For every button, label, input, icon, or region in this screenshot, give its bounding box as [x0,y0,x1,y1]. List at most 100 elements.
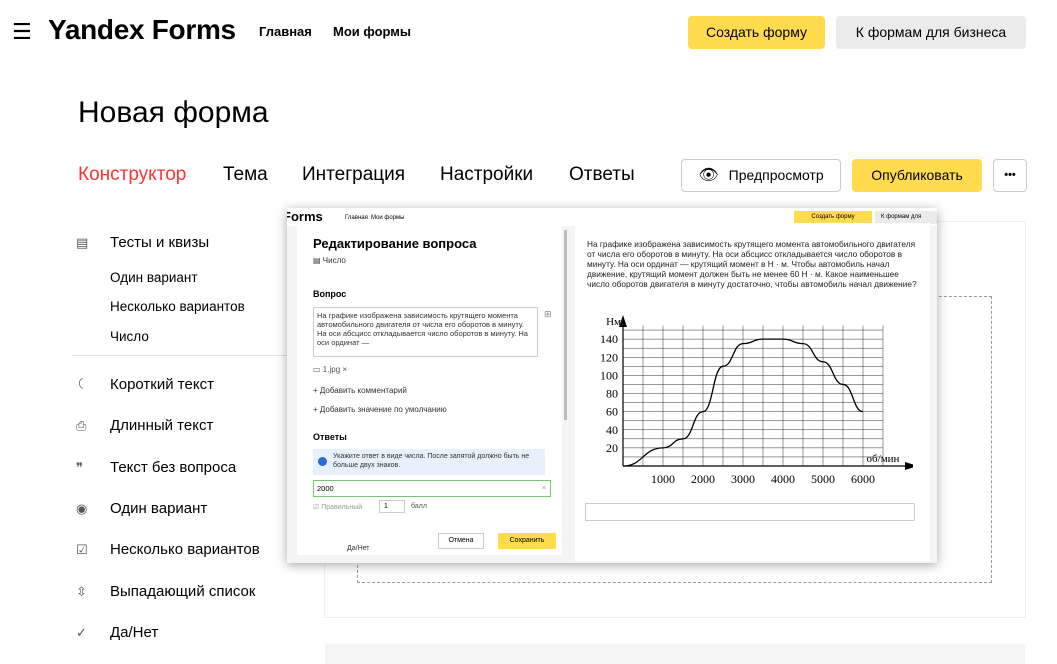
sidebar-item-short-text[interactable]: ꒟ Короткий текст [76,376,214,393]
preview-button[interactable]: 👁 Предпросмотр [681,159,841,192]
y-tick-label: 140 [600,332,618,346]
question-label: Вопрос [313,289,347,299]
sidebar-item-label: Несколько вариантов [110,541,260,558]
answer-input[interactable]: 2000 × [313,480,551,497]
sidebar-item-text-no-question[interactable]: ❞ Текст без вопроса [76,459,236,476]
more-button[interactable]: ••• [993,159,1027,192]
y-tick-label: 60 [606,405,618,419]
modal-logo: Forms [287,209,323,224]
answers-label: Ответы [313,432,347,442]
tab-answers[interactable]: Ответы [569,164,635,186]
x-axis-label: об/мин [867,453,900,465]
correct-checkbox[interactable]: ☑ Правильный [313,503,362,511]
torque-chart: 1000 2000 3000 4000 5000 6000 20 40 60 80 100 120 14… [600,315,913,486]
question-type: ▤ Число [313,256,346,265]
edit-question-title: Редактирование вопроса [313,236,477,251]
add-default-link[interactable]: + Добавить значение по умолчанию [313,405,447,414]
sidebar-item-label: Короткий текст [110,376,214,393]
y-tick-label: 40 [606,423,618,437]
sidebar-item-long-text[interactable]: ⎙ Длинный текст [76,417,213,434]
check-icon: ✓ [76,624,87,640]
modal-nav-forms: Мои формы [371,215,405,221]
sidebar-item-multiple-choice[interactable]: ☑ Несколько вариантов [76,541,260,558]
dropdown-icon: ⇳ [76,583,87,599]
business-forms-button[interactable]: К формам для бизнеса [836,16,1026,49]
sidebar-item-label: Один вариант [110,500,208,517]
long-text-icon: ⎙ [76,417,87,433]
sidebar-subitem-multiple[interactable]: Несколько вариантов [110,299,245,314]
sidebar-item-label: Длинный текст [110,417,214,434]
add-comment-link[interactable]: + Добавить комментарий [313,386,407,395]
sidebar-item-label: Выпадающий список [110,583,256,600]
sidebar-item-yes-no[interactable]: ✓ Да/Нет [76,624,158,641]
save-button[interactable]: Сохранить [498,533,556,549]
tab-integration[interactable]: Интеграция [302,164,405,186]
add-default-label: Добавить значение по умолчанию [319,405,447,414]
scrollbar[interactable] [564,230,567,420]
sidebar-item-dropdown[interactable]: ⇳ Выпадающий список [76,583,255,600]
tab-theme[interactable]: Тема [223,164,268,186]
publish-button[interactable]: Опубликовать [852,159,982,192]
cancel-button[interactable]: Отмена [438,533,484,549]
create-form-button[interactable]: Создать форму [688,16,825,49]
x-tick-label: 3000 [731,472,755,486]
y-tick-label: 20 [606,441,618,455]
y-tick-label: 120 [600,350,618,364]
menu-icon[interactable]: ☰ [12,21,32,43]
sidebar-group-label: Тесты и квизы [110,234,210,251]
correct-label: Правильный [321,504,363,511]
points-input[interactable]: 1 [379,500,405,513]
y-tick-label: 100 [600,368,618,382]
quote-icon: ❞ [76,459,83,475]
preview-answer-input[interactable] [585,503,915,521]
attachment-name: 1.jpg [322,365,341,374]
question-textarea[interactable]: На графике изображена зависимость крутящ… [313,307,538,357]
sidebar-divider [72,355,304,356]
nav-home[interactable]: Главная [259,24,312,39]
radio-icon: ◉ [76,500,88,516]
answer-value: 2000 [317,484,334,493]
sidebar-item-label: Да/Нет [110,624,159,641]
attachment-chip[interactable]: ▭ 1.jpg × [313,365,347,374]
x-axis-arrow [905,462,913,470]
page-title: Новая форма [78,96,269,129]
x-tick-label: 1000 [651,472,675,486]
yes-no-item: Да/Нет [347,545,370,552]
top-bar: ☰ Yandex Forms Главная Мои формы Создать… [0,0,1057,64]
edit-question-panel: Редактирование вопроса ▤ Число Вопрос На… [297,223,562,555]
info-text: Укажите ответ в виде числа. После запято… [333,453,530,469]
sidebar-subitem-number[interactable]: Число [110,329,149,344]
preview-button-label: Предпросмотр [728,167,824,183]
question-editor-screenshot: Forms Главная Мои формы Создать форму К … [287,208,937,563]
number-type-icon: ▤ [313,256,321,265]
y-tick-label: 80 [606,387,618,401]
quiz-icon: ▤ [76,234,89,250]
sidebar-item-single-choice[interactable]: ◉ Один вариант [76,500,207,517]
tab-constructor[interactable]: Конструктор [78,164,186,186]
eye-icon: 👁 [698,167,719,184]
logo[interactable]: Yandex Forms [48,14,236,46]
short-text-icon: ꒟ [76,377,87,392]
sidebar-item-label: Текст без вопроса [110,459,237,476]
question-type-label: Число [322,256,346,265]
points-label: балл [411,503,427,510]
clear-icon[interactable]: × [542,483,546,492]
x-tick-label: 4000 [771,472,795,486]
sidebar-group-tests[interactable]: ▤ Тесты и квизы [76,234,209,251]
sidebar-subitem-single[interactable]: Один вариант [110,270,198,285]
form-canvas-bottom [325,644,1025,664]
tab-settings[interactable]: Настройки [440,164,533,186]
preview-panel: На графике изображена зависимость крутящ… [575,223,930,561]
nav-my-forms[interactable]: Мои формы [333,24,411,39]
modal-nav-home: Главная [345,215,368,221]
image-upload-icon[interactable]: ⊞ [544,309,552,320]
plus-icon: + [313,405,318,414]
x-tick-label: 2000 [691,472,715,486]
x-tick-label: 5000 [811,472,835,486]
preview-question-text: На графике изображена зависимость крутящ… [587,239,917,289]
checkbox-icon: ☑ [313,504,320,511]
y-axis-label: Нм [606,316,621,328]
add-comment-label: Добавить комментарий [319,386,407,395]
info-icon [318,457,327,466]
info-box: Укажите ответ в виде числа. После запято… [313,449,545,475]
